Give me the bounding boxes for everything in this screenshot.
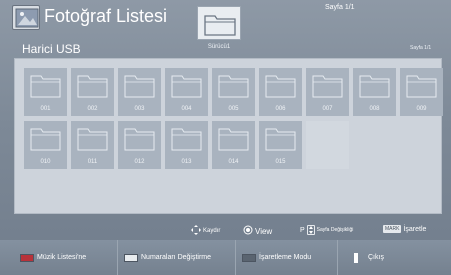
ok-button-icon (243, 225, 253, 237)
hint-move-label: Kaydır (203, 228, 221, 234)
yellow-swatch (242, 253, 256, 262)
folder-tile[interactable]: 010 (24, 121, 67, 169)
hint-view: View (243, 225, 272, 237)
photo-icon (12, 5, 40, 30)
folder-tile[interactable]: 015 (259, 121, 302, 169)
folder-tile[interactable]: 006 (259, 68, 302, 116)
exit-label: Çıkış (368, 254, 384, 261)
hint-mark: MARK İşaretle (383, 225, 426, 233)
bottom-bar: Müzik Listesi'ne Numaraları Değiştirme İ… (0, 240, 451, 275)
green-swatch (124, 253, 138, 262)
four-way-arrow-icon (191, 225, 201, 237)
folder-tile[interactable]: 004 (165, 68, 208, 116)
folder-tile[interactable]: 002 (71, 68, 114, 116)
drive-folder-icon[interactable] (197, 6, 241, 40)
hint-mark-label: İşaretle (403, 225, 427, 233)
folder-label: 005 (228, 106, 239, 112)
folder-label: 007 (322, 106, 333, 112)
empty-slot[interactable] (306, 121, 349, 169)
folder-tile[interactable]: 001 (24, 68, 67, 116)
folder-label: 010 (40, 159, 51, 165)
folder-label: 006 (275, 106, 286, 112)
page-indicator-top: Sayfa 1/1 (325, 4, 355, 11)
folder-label: 014 (228, 159, 239, 165)
folder-tile[interactable]: 012 (118, 121, 161, 169)
source-label: Harici USB (22, 42, 81, 56)
change-numbers-button[interactable]: Numaraları Değiştirme (118, 240, 236, 275)
folder-label: 008 (369, 106, 380, 112)
folder-label: 002 (87, 106, 98, 112)
hint-page: P Sayfa Değişikliği (300, 225, 353, 235)
folder-label: 001 (40, 106, 51, 112)
folder-tile[interactable]: 013 (165, 121, 208, 169)
folder-label: 013 (181, 159, 192, 165)
red-swatch (20, 253, 34, 262)
mark-key: MARK (383, 225, 402, 233)
page-title: Fotoğraf Listesi (44, 6, 168, 26)
folder-tile[interactable]: 008 (353, 68, 396, 116)
hint-bar: Kaydır View P Sayfa Değişikliği MARK İşa… (0, 222, 451, 236)
folder-label: 004 (181, 106, 192, 112)
music-list-label: Müzik Listesi'ne (37, 254, 87, 261)
page-indicator-right: Sayfa 1/1 (410, 45, 432, 51)
folder-label: 003 (134, 106, 145, 112)
folder-tile[interactable]: 003 (118, 68, 161, 116)
folder-label: 011 (87, 159, 98, 165)
folder-label: 009 (416, 106, 427, 112)
change-numbers-label: Numaraları Değiştirme (141, 254, 212, 261)
folder-tile[interactable]: 014 (212, 121, 255, 169)
folder-grid: 001 002 003 004 005 006 007 008 009 010 011 012 013 0… (14, 58, 443, 214)
hint-page-label: Sayfa Değişikliği (316, 227, 354, 233)
folder-tile[interactable]: 011 (71, 121, 114, 169)
folder-tile[interactable]: 005 (212, 68, 255, 116)
folder-tile[interactable]: 009 (400, 68, 443, 116)
exit-icon (354, 252, 358, 263)
hint-view-label: View (255, 226, 273, 236)
folder-label: 015 (275, 159, 286, 165)
folder-tile[interactable]: 007 (306, 68, 349, 116)
exit-button[interactable]: Çıkış (338, 240, 451, 275)
hint-page-prefix: P (300, 226, 305, 234)
header: Fotoğraf Listesi Harici USB Sürücü1 Sayf… (0, 0, 451, 58)
hint-move: Kaydır (191, 225, 220, 237)
folder-label: 012 (134, 159, 145, 165)
mark-mode-label: İşaretleme Modu (259, 254, 312, 261)
music-list-button[interactable]: Müzik Listesi'ne (0, 240, 118, 275)
page-up-down-icon (306, 225, 315, 235)
photo-list-screen: Fotoğraf Listesi Harici USB Sürücü1 Sayf… (0, 0, 451, 275)
drive-label: Sürücü1 (207, 44, 231, 50)
mark-mode-button[interactable]: İşaretleme Modu (236, 240, 338, 275)
